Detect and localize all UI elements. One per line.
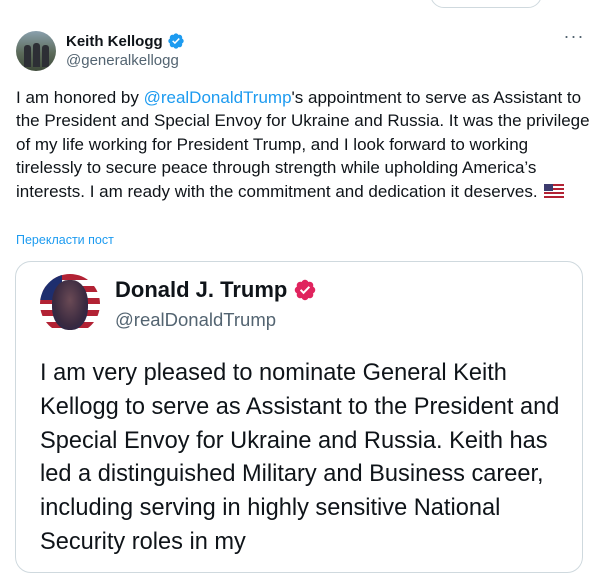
verified-badge-icon: [167, 33, 184, 49]
verified-badge-icon: [295, 279, 316, 301]
us-flag-icon: [544, 183, 565, 198]
author-avatar[interactable]: [16, 31, 56, 71]
follow-button-partial[interactable]: [430, 0, 542, 8]
tweet-header: Keith Kellogg @generalkellogg ···: [16, 27, 596, 73]
embedded-post-card[interactable]: Donald J. Trump @realDonaldTrump I am ve…: [15, 261, 583, 573]
author-display-name[interactable]: Keith Kellogg: [66, 33, 163, 50]
author-name-row[interactable]: Keith Kellogg: [66, 32, 185, 50]
embedded-author-avatar: [40, 274, 100, 334]
previous-content-strip: [0, 0, 611, 8]
author-handle[interactable]: @generalkellogg: [66, 52, 179, 69]
embedded-post-text: I am very pleased to nominate General Ke…: [40, 360, 560, 555]
mention-link[interactable]: @realDonaldTrump: [144, 88, 292, 107]
tweet-text-start: I am honored by: [16, 88, 144, 107]
translate-post-link[interactable]: Перекласти пост: [16, 233, 114, 247]
tweet-text: I am honored by @realDonaldTrump's appoi…: [16, 86, 596, 203]
embedded-name-row: Donald J. Trump: [115, 277, 317, 303]
more-options-icon[interactable]: ···: [561, 27, 587, 49]
embedded-handle: @realDonaldTrump: [115, 309, 277, 330]
embedded-display-name: Donald J. Trump: [115, 277, 288, 302]
